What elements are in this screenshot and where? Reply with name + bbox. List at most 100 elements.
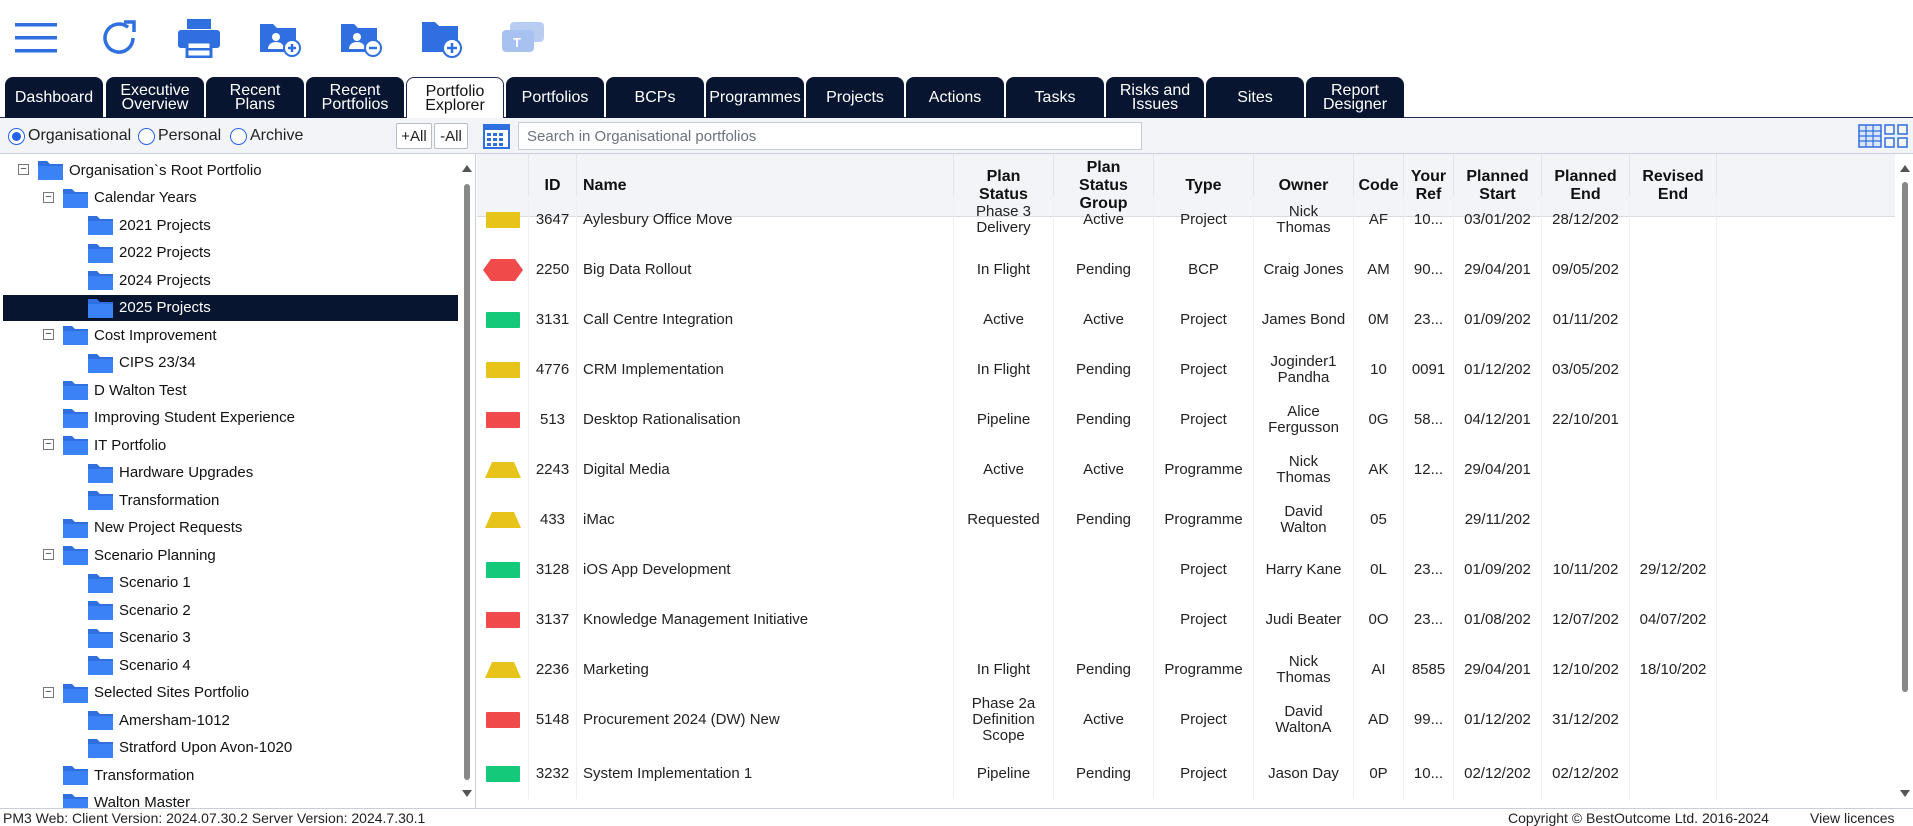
table-row[interactable]: 3647 Aylesbury Office Move Phase 3 Deliver… [477, 195, 1895, 245]
table-row[interactable]: 2250 Big Data Rollout In Flight Pending BCP C… [477, 245, 1895, 295]
planned-start-cell: 01/08/202 [1454, 595, 1542, 645]
code-cell: 0O [1354, 595, 1404, 645]
tree-node[interactable]: 2022 Projects [88, 240, 211, 266]
table-row[interactable]: 2243 Digital Media Active Active Programme Ni… [477, 445, 1895, 495]
tab-projects[interactable]: Projects [806, 77, 904, 118]
tab-sites[interactable]: Sites [1206, 77, 1304, 118]
tab-portfolio-explorer[interactable]: Portfolio Explorer [406, 77, 504, 119]
your-ref-cell: 58... [1404, 395, 1454, 445]
name-cell: Call Centre Integration [577, 295, 954, 345]
calendar-grid-icon[interactable] [483, 122, 511, 150]
tree-node[interactable]: New Project Requests [63, 515, 242, 541]
tab-report-designer[interactable]: Report Designer [1306, 77, 1404, 118]
table-row[interactable]: 2236 Marketing In Flight Pending Programme Ni… [477, 645, 1895, 695]
tab-recent-portfolios[interactable]: Recent Portfolios [306, 77, 404, 118]
tree-node-label: Scenario 4 [119, 656, 191, 674]
table-row[interactable]: 5148 Procurement 2024 (DW) New Phase 2a De… [477, 690, 1895, 750]
revised-end-cell [1630, 690, 1717, 750]
id-cell: 2250 [529, 245, 577, 295]
code-cell: 05 [1354, 495, 1404, 545]
tab-recent-plans[interactable]: Recent Plans [206, 77, 304, 118]
table-row[interactable]: 3128 iOS App Development Project Harry Kane… [477, 545, 1895, 595]
plan-status-group-cell: Active [1054, 195, 1154, 245]
tab-tasks[interactable]: Tasks [1006, 77, 1104, 118]
table-row[interactable]: 4776 CRM Implementation In Flight Pending Pr… [477, 345, 1895, 395]
tree-node[interactable]: − Selected Sites Portfolio [43, 680, 249, 706]
tab-programmes[interactable]: Programmes [706, 77, 804, 118]
collapse-toggle-icon[interactable]: − [43, 549, 54, 560]
table-row[interactable]: 3137 Knowledge Management Initiative Proje… [477, 595, 1895, 645]
tree-node[interactable]: − Calendar Years [43, 185, 197, 211]
grid-scrollbar[interactable] [1897, 154, 1913, 808]
tree-node[interactable]: Transformation [88, 487, 219, 513]
tree-node[interactable]: Scenario 1 [88, 570, 191, 596]
tree-node[interactable]: Scenario 4 [88, 652, 191, 678]
table-row[interactable]: 433 iMac Requested Pending Programme David Wa… [477, 495, 1895, 545]
name-cell: iOS App Development [577, 545, 954, 595]
tree-node[interactable]: − Scenario Planning [43, 542, 216, 568]
plan-status-cell: Phase 2a Definition Scope [954, 690, 1054, 750]
search-input[interactable]: Search in Organisational portfolios [518, 122, 1142, 150]
revised-end-cell [1630, 495, 1717, 545]
tree-scrollbar[interactable] [460, 154, 474, 808]
tree-node[interactable]: Scenario 2 [88, 597, 191, 623]
tab-dashboard[interactable]: Dashboard [5, 77, 103, 118]
rag-status-icon [477, 245, 529, 295]
tree-node[interactable]: CIPS 23/34 [88, 350, 196, 376]
radio-archive[interactable]: Archive [230, 127, 303, 145]
tile-view-icon[interactable] [1884, 124, 1908, 148]
tree-node[interactable]: 2024 Projects [88, 267, 211, 293]
tree-node[interactable]: 2025 Projects [3, 294, 458, 321]
tab-risks-and-issues[interactable]: Risks and Issues [1106, 77, 1204, 118]
tab-bcps[interactable]: BCPs [606, 77, 704, 118]
tree-node[interactable]: Amersham-1012 [88, 707, 230, 733]
tree-node[interactable]: Hardware Upgrades [88, 460, 253, 486]
folder-icon [88, 710, 113, 730]
tree-node[interactable]: 2021 Projects [88, 212, 211, 238]
collapse-toggle-icon[interactable]: − [43, 191, 54, 203]
plan-status-cell [954, 595, 1054, 645]
refresh-icon[interactable] [95, 14, 143, 62]
folder-icon [63, 188, 88, 208]
tab-portfolios[interactable]: Portfolios [506, 77, 604, 118]
grid-view-icon[interactable] [1858, 124, 1882, 148]
expand-all-button[interactable]: +All [396, 123, 432, 149]
tree-node[interactable]: Transformation [63, 762, 194, 788]
tab-actions[interactable]: Actions [906, 77, 1004, 118]
tab-executive-overview[interactable]: Executive Overview [106, 77, 204, 118]
plan-status-group-cell: Pending [1054, 645, 1154, 695]
tree-node[interactable]: − IT Portfolio [43, 432, 166, 458]
chat-icon[interactable]: T [499, 14, 547, 62]
folder-remove-user-icon[interactable] [337, 14, 385, 62]
collapse-toggle-icon[interactable]: − [43, 439, 54, 450]
type-cell: Project [1154, 749, 1254, 799]
code-cell: 0P [1354, 749, 1404, 799]
table-row[interactable]: 3232 System Implementation 1 Pipeline Pendi… [477, 749, 1895, 799]
radio-personal[interactable]: Personal [138, 127, 221, 145]
filter-bar: Organisational Personal Archive +All -All … [0, 118, 1913, 154]
radio-circle[interactable] [230, 127, 247, 145]
radio-circle[interactable] [138, 127, 155, 145]
collapse-toggle-icon[interactable]: − [18, 164, 29, 175]
radio-organisational[interactable]: Organisational [8, 127, 131, 145]
radio-circle[interactable] [8, 127, 25, 145]
table-row[interactable]: 3131 Call Centre Integration Active Active P… [477, 295, 1895, 345]
revised-end-cell: 29/12/202 [1630, 545, 1717, 595]
code-cell: AD [1354, 690, 1404, 750]
tree-node[interactable]: − Organisation`s Root Portfolio [18, 157, 262, 183]
menu-icon[interactable] [12, 14, 60, 62]
collapse-all-button[interactable]: -All [434, 123, 468, 149]
tree-node[interactable]: Stratford Upon Avon-1020 [88, 735, 292, 761]
tree-node[interactable]: − Cost Improvement [43, 322, 217, 348]
collapse-toggle-icon[interactable]: − [43, 329, 54, 340]
tree-node[interactable]: Improving Student Experience [63, 405, 295, 431]
print-icon[interactable] [175, 14, 223, 62]
folder-add-user-icon[interactable] [256, 14, 304, 62]
collapse-toggle-icon[interactable]: − [43, 686, 54, 698]
tree-node[interactable]: Scenario 3 [88, 625, 191, 651]
view-licences-link[interactable]: View licences [1810, 810, 1895, 826]
tree-node[interactable]: D Walton Test [63, 377, 187, 403]
tree-node[interactable]: Walton Master [63, 790, 190, 808]
folder-add-icon[interactable] [418, 14, 466, 62]
table-row[interactable]: 513 Desktop Rationalisation Pipeline Pendin… [477, 395, 1895, 445]
